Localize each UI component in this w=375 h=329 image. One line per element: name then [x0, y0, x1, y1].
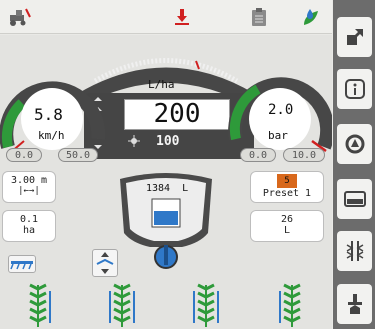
speed-value: 5.8	[34, 105, 63, 124]
auto-rate-button[interactable]	[337, 124, 372, 164]
applied-volume-value: 26	[280, 214, 294, 225]
working-width-value: 3.00 m	[10, 175, 48, 186]
right-toolbar	[333, 0, 375, 329]
applied-volume-unit: L	[283, 225, 291, 236]
speed-max-label: 50.0	[58, 148, 98, 162]
tractor-fault-icon[interactable]	[8, 6, 32, 28]
plant-water-icon[interactable]	[299, 6, 323, 28]
target-rate-value[interactable]: 200	[124, 99, 230, 130]
width-arrow-icon: |←→|	[18, 186, 40, 196]
boom-sections-button[interactable]	[337, 231, 372, 271]
auto-rate-icon	[345, 134, 364, 154]
settings-nozzle-icon	[347, 294, 362, 314]
preset-label: Preset 1	[262, 188, 312, 199]
working-width-box[interactable]: 3.00 m |←→|	[2, 171, 56, 203]
preset-number: 5	[277, 174, 297, 188]
crosshair-icon	[128, 135, 140, 147]
applied-volume-box[interactable]: 26 L	[250, 210, 324, 242]
area-unit: ha	[22, 225, 36, 236]
preset-box[interactable]: 5 Preset 1	[250, 171, 324, 203]
pressure-max-label: 10.0	[283, 148, 325, 162]
plant-icon-4	[279, 283, 301, 327]
tank-volume-value: 1384	[146, 183, 171, 194]
rate-unit-label: L/ha	[148, 78, 175, 91]
info-icon	[344, 79, 365, 99]
settings-nozzle-button[interactable]	[337, 284, 372, 324]
actual-rate-value: 100	[156, 134, 180, 149]
area-value: 0.1	[19, 214, 39, 225]
boom-sections-icon	[346, 241, 363, 261]
boom-fold-icon	[96, 252, 114, 274]
pressure-unit: bar	[268, 129, 288, 142]
nozzle-icon[interactable]	[170, 6, 194, 28]
clipboard-icon[interactable]	[247, 6, 271, 28]
pressure-value: 2.0	[268, 102, 294, 118]
top-status-bar	[0, 0, 332, 34]
expand-icon	[346, 29, 363, 45]
crop-row-graphic	[29, 283, 301, 327]
plant-icon-2	[109, 283, 135, 327]
pressure-min-label: 0.0	[240, 148, 276, 162]
info-button[interactable]	[337, 69, 372, 109]
plant-icon-3	[193, 283, 219, 327]
boom-fold-button[interactable]	[92, 249, 118, 277]
boom-view-button[interactable]	[8, 255, 36, 273]
expand-button[interactable]	[337, 17, 372, 57]
tank-volume-unit: L	[182, 183, 189, 194]
speed-unit: km/h	[38, 129, 65, 142]
boom-icon	[10, 261, 33, 270]
plant-icon-1	[29, 283, 51, 327]
tank-icon	[343, 191, 366, 207]
area-box[interactable]: 0.1 ha	[2, 210, 56, 242]
tank-button[interactable]	[337, 179, 372, 219]
main-display: L/ha 200 100 5.8 km/h 0.0 50.0 2.0 bar 0…	[0, 35, 332, 329]
tank-volume: 1384 L	[146, 183, 188, 194]
speed-min-label: 0.0	[6, 148, 42, 162]
